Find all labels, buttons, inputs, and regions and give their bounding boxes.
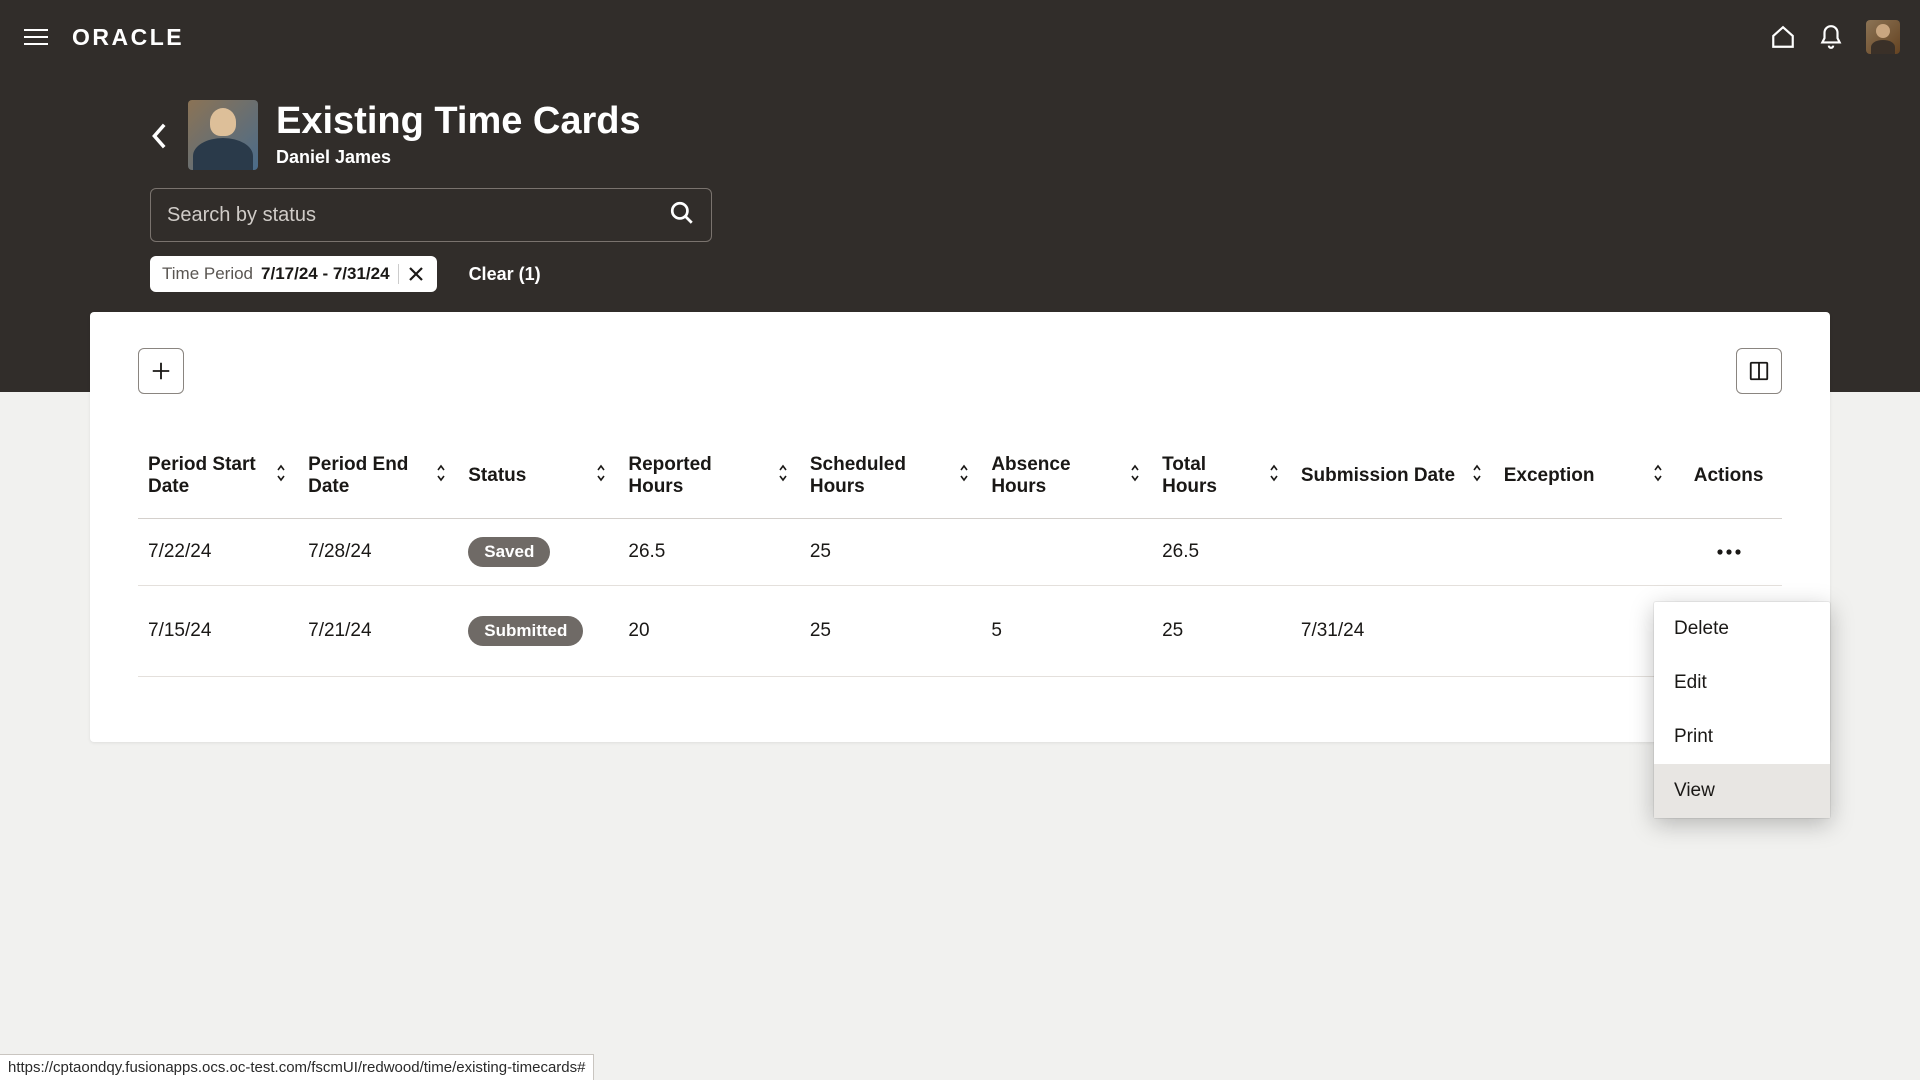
reported-hours: 26.5: [618, 519, 799, 586]
bell-icon[interactable]: [1818, 24, 1844, 50]
col-total-hours[interactable]: Total Hours: [1152, 438, 1291, 519]
card-toolbar: [138, 348, 1782, 394]
period-start-link[interactable]: 7/22/24: [138, 519, 298, 586]
scheduled-hours: 25: [800, 586, 981, 677]
timecards-table: Period Start Date Period End Date Status: [138, 438, 1782, 677]
col-label: Submission Date: [1301, 465, 1455, 487]
col-label: Period End Date: [308, 454, 424, 498]
absence-hours: 5: [981, 586, 1152, 677]
submission-date: 7/31/24: [1291, 586, 1494, 677]
col-absence-hours[interactable]: Absence Hours: [981, 438, 1152, 519]
page-title: Existing Time Cards: [276, 100, 641, 143]
back-icon[interactable]: [150, 122, 170, 155]
reported-hours: 20: [618, 586, 799, 677]
filter-chip[interactable]: Time Period 7/17/24 - 7/31/24: [150, 256, 437, 292]
period-end: 7/21/24: [298, 586, 458, 677]
col-label: Actions: [1694, 465, 1764, 487]
add-button[interactable]: [138, 348, 184, 394]
col-status[interactable]: Status: [458, 438, 618, 519]
sort-icon[interactable]: [776, 464, 790, 488]
menu-item-view[interactable]: View: [1654, 764, 1830, 818]
col-label: Total Hours: [1162, 454, 1257, 498]
search-box[interactable]: [150, 188, 712, 242]
col-label: Absence Hours: [991, 454, 1118, 498]
topbar-right: [1770, 20, 1900, 54]
topbar: ORACLE: [0, 0, 1920, 74]
search-icon[interactable]: [669, 200, 695, 231]
clear-filters-link[interactable]: Clear (1): [469, 264, 541, 285]
menu-item-edit[interactable]: Edit: [1654, 656, 1830, 710]
period-start-link[interactable]: 7/15/24: [138, 586, 298, 677]
search-input[interactable]: [167, 204, 657, 227]
profile-photo: [188, 100, 258, 170]
period-end: 7/28/24: [298, 519, 458, 586]
exception: [1494, 519, 1675, 586]
actions-cell: [1675, 519, 1782, 586]
table-row: 7/22/24 7/28/24 Saved 26.5 25 26.5: [138, 519, 1782, 586]
topbar-left: ORACLE: [20, 24, 184, 51]
columns-button[interactable]: [1736, 348, 1782, 394]
col-exception[interactable]: Exception: [1494, 438, 1675, 519]
filter-chip-label: Time Period: [162, 264, 253, 284]
sort-icon[interactable]: [274, 464, 288, 488]
col-label: Reported Hours: [628, 454, 765, 498]
menu-item-delete[interactable]: Delete: [1654, 602, 1830, 656]
table-row: 7/15/24 7/21/24 Submitted 20 25 5 25 7/3…: [138, 586, 1782, 677]
status-badge: Saved: [468, 537, 550, 567]
total-hours: 26.5: [1152, 519, 1291, 586]
status-cell: Saved: [458, 519, 618, 586]
sort-icon[interactable]: [1651, 464, 1665, 488]
col-period-start[interactable]: Period Start Date: [138, 438, 298, 519]
col-submission-date[interactable]: Submission Date: [1291, 438, 1494, 519]
menu-item-print[interactable]: Print: [1654, 710, 1830, 764]
page-subtitle: Daniel James: [276, 147, 641, 168]
avatar[interactable]: [1866, 20, 1900, 54]
col-scheduled-hours[interactable]: Scheduled Hours: [800, 438, 981, 519]
col-actions: Actions: [1675, 438, 1782, 519]
sort-icon[interactable]: [434, 464, 448, 488]
col-label: Exception: [1504, 465, 1595, 487]
sort-icon[interactable]: [1128, 464, 1142, 488]
sort-icon[interactable]: [957, 464, 971, 488]
close-icon[interactable]: [407, 265, 425, 283]
col-label: Period Start Date: [148, 454, 264, 498]
sort-icon[interactable]: [594, 464, 608, 488]
submission-date: [1291, 519, 1494, 586]
status-bar-url: https://cptaondqy.fusionapps.ocs.oc-test…: [0, 1054, 594, 1080]
home-icon[interactable]: [1770, 24, 1796, 50]
sort-icon[interactable]: [1267, 464, 1281, 488]
total-hours: 25: [1152, 586, 1291, 677]
status-badge: Submitted: [468, 616, 583, 646]
col-period-end[interactable]: Period End Date: [298, 438, 458, 519]
sort-icon[interactable]: [1470, 464, 1484, 488]
col-label: Status: [468, 465, 526, 487]
filter-chip-value: 7/17/24 - 7/31/24: [261, 264, 390, 284]
menu-icon[interactable]: [20, 25, 52, 49]
filter-chip-divider: [398, 264, 399, 284]
status-cell: Submitted: [458, 586, 618, 677]
col-reported-hours[interactable]: Reported Hours: [618, 438, 799, 519]
row-actions-button[interactable]: [1708, 540, 1750, 564]
scheduled-hours: 25: [800, 519, 981, 586]
row-actions-menu: Delete Edit Print View: [1654, 602, 1830, 818]
absence-hours: [981, 519, 1152, 586]
exception: [1494, 586, 1675, 677]
col-label: Scheduled Hours: [810, 454, 947, 498]
content-card: Period Start Date Period End Date Status: [90, 312, 1830, 742]
brand-logo: ORACLE: [72, 24, 184, 51]
